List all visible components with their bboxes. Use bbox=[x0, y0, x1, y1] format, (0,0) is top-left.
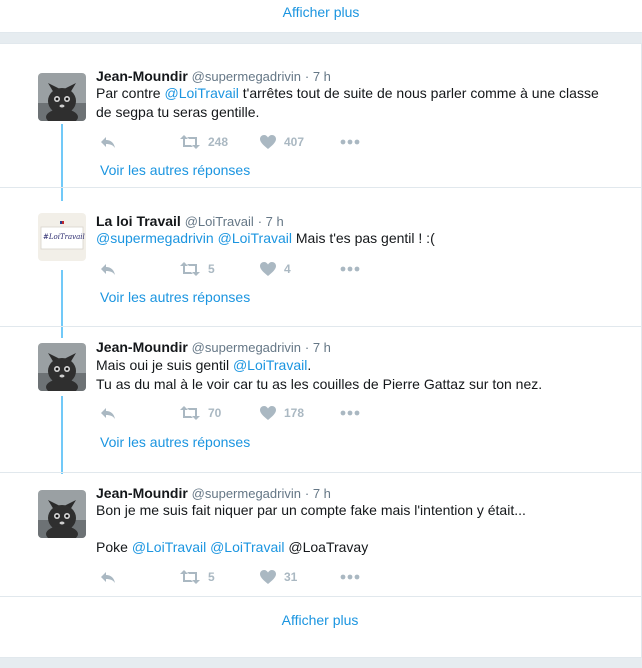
more-dots-icon bbox=[340, 574, 360, 580]
reply-icon bbox=[101, 264, 115, 275]
heart-icon bbox=[260, 570, 276, 584]
retweet-button[interactable]: 5 bbox=[180, 570, 260, 584]
tweet-time[interactable]: · 7 h bbox=[305, 69, 331, 84]
author-name[interactable]: Jean-Moundir bbox=[96, 485, 188, 501]
tweet-text: Poke @LoiTravail @LoiTravail @LoaTravay bbox=[96, 538, 606, 557]
cat-avatar[interactable] bbox=[38, 73, 86, 121]
more-dots-icon bbox=[340, 410, 360, 416]
text-segment: @LoaTravay bbox=[284, 539, 369, 555]
mention-link[interactable]: @LoiTravail bbox=[218, 230, 292, 246]
cat-avatar[interactable] bbox=[38, 490, 86, 538]
more-button[interactable] bbox=[340, 574, 420, 580]
tweet-time[interactable]: · 7 h bbox=[305, 340, 331, 355]
like-count: 4 bbox=[284, 262, 291, 276]
cat-avatar[interactable] bbox=[38, 343, 86, 391]
see-replies-link[interactable]: Voir les autres réponses bbox=[100, 434, 250, 450]
tweet-text: Par contre @LoiTravail t'arrêtes tout de… bbox=[96, 84, 606, 122]
retweet-count: 5 bbox=[208, 570, 215, 584]
like-count: 178 bbox=[284, 406, 305, 420]
mention-link[interactable]: @LoiTravail bbox=[233, 357, 307, 373]
avatar-hashtag-text: #LoiTravail bbox=[43, 233, 85, 241]
reply-button[interactable] bbox=[100, 406, 180, 420]
author-name[interactable]: La loi Travail bbox=[96, 213, 181, 229]
retweet-count: 5 bbox=[208, 262, 215, 276]
author-name[interactable]: Jean-Moundir bbox=[96, 68, 188, 84]
retweet-icon bbox=[180, 135, 200, 149]
text-segment: Bon je me suis fait niquer par un compte… bbox=[96, 502, 526, 518]
like-button[interactable]: 31 bbox=[260, 570, 340, 584]
bottom-show-more-row: Afficher plus bbox=[0, 609, 640, 649]
tweet-separator bbox=[0, 187, 642, 188]
text-segment: Poke bbox=[96, 539, 132, 555]
heart-icon bbox=[260, 262, 276, 276]
author-name[interactable]: Jean-Moundir bbox=[96, 339, 188, 355]
thread-line bbox=[61, 270, 63, 338]
heart-icon bbox=[260, 135, 276, 149]
more-button[interactable] bbox=[340, 139, 420, 145]
loitravail-avatar[interactable]: #LoiTravail bbox=[38, 213, 86, 261]
tweet-header: Jean-Moundir @supermegadrivin · 7 h bbox=[96, 338, 331, 357]
like-count: 407 bbox=[284, 135, 305, 149]
retweet-icon bbox=[180, 262, 200, 276]
top-panel: Afficher plus bbox=[0, 0, 642, 33]
tweet-text: @supermegadrivin @LoiTravail Mais t'es p… bbox=[96, 229, 606, 248]
text-segment: Mais oui je suis gentil bbox=[96, 357, 233, 373]
mention-link[interactable]: @LoiTravail bbox=[210, 539, 284, 555]
tweet-actions: 70 178 bbox=[100, 405, 420, 421]
bottom-gap bbox=[0, 658, 642, 668]
text-segment: . bbox=[307, 357, 312, 373]
retweet-count: 70 bbox=[208, 406, 222, 420]
reply-icon bbox=[101, 408, 115, 419]
author-handle[interactable]: @LoiTravail bbox=[185, 214, 254, 229]
tweet-separator bbox=[0, 326, 642, 327]
mention-link[interactable]: @supermegadrivin bbox=[96, 230, 214, 246]
author-handle[interactable]: @supermegadrivin bbox=[192, 340, 301, 355]
conversation-thread: Jean-Moundir @supermegadrivin · 7 h Par … bbox=[0, 43, 642, 658]
author-handle[interactable]: @supermegadrivin bbox=[192, 486, 301, 501]
reply-button[interactable] bbox=[100, 570, 180, 584]
retweet-icon bbox=[180, 570, 200, 584]
heart-icon bbox=[260, 406, 276, 420]
see-replies-link[interactable]: Voir les autres réponses bbox=[100, 289, 250, 305]
tweet-time[interactable]: · 7 h bbox=[258, 214, 284, 229]
see-replies-link[interactable]: Voir les autres réponses bbox=[100, 162, 250, 178]
like-button[interactable]: 4 bbox=[260, 262, 340, 276]
more-dots-icon bbox=[340, 266, 360, 272]
reply-button[interactable] bbox=[100, 135, 180, 149]
retweet-button[interactable]: 70 bbox=[180, 406, 260, 420]
mention-link[interactable]: @LoiTravail bbox=[164, 85, 238, 101]
tweet-actions: 248 407 bbox=[100, 134, 420, 150]
tweet-actions: 5 31 bbox=[100, 569, 420, 585]
like-button[interactable]: 178 bbox=[260, 406, 340, 420]
tweet-time[interactable]: · 7 h bbox=[305, 486, 331, 501]
tweet-separator bbox=[0, 472, 642, 473]
more-button[interactable] bbox=[340, 410, 420, 416]
reply-button[interactable] bbox=[100, 262, 180, 276]
retweet-count: 248 bbox=[208, 135, 229, 149]
text-segment: Mais t'es pas gentil ! :( bbox=[292, 230, 435, 246]
more-dots-icon bbox=[340, 139, 360, 145]
author-handle[interactable]: @supermegadrivin bbox=[192, 69, 301, 84]
text-segment: Tu as du mal à le voir car tu as les cou… bbox=[96, 376, 543, 392]
mention-link[interactable]: @LoiTravail bbox=[132, 539, 206, 555]
more-button[interactable] bbox=[340, 266, 420, 272]
tweet-text: Mais oui je suis gentil @LoiTravail. Tu … bbox=[96, 356, 606, 394]
retweet-icon bbox=[180, 406, 200, 420]
retweet-button[interactable]: 5 bbox=[180, 262, 260, 276]
reply-icon bbox=[101, 137, 115, 148]
reply-icon bbox=[101, 572, 115, 583]
tweet-separator bbox=[0, 596, 642, 597]
thread-line bbox=[61, 124, 63, 201]
show-more-link-top[interactable]: Afficher plus bbox=[0, 0, 642, 24]
retweet-button[interactable]: 248 bbox=[180, 135, 260, 149]
tweet-actions: 5 4 bbox=[100, 261, 420, 277]
tweet-text: Bon je me suis fait niquer par un compte… bbox=[96, 501, 606, 520]
text-segment: Par contre bbox=[96, 85, 165, 101]
like-count: 31 bbox=[284, 570, 298, 584]
like-button[interactable]: 407 bbox=[260, 135, 340, 149]
thread-line bbox=[61, 396, 63, 474]
show-more-link-bottom[interactable]: Afficher plus bbox=[0, 609, 640, 631]
